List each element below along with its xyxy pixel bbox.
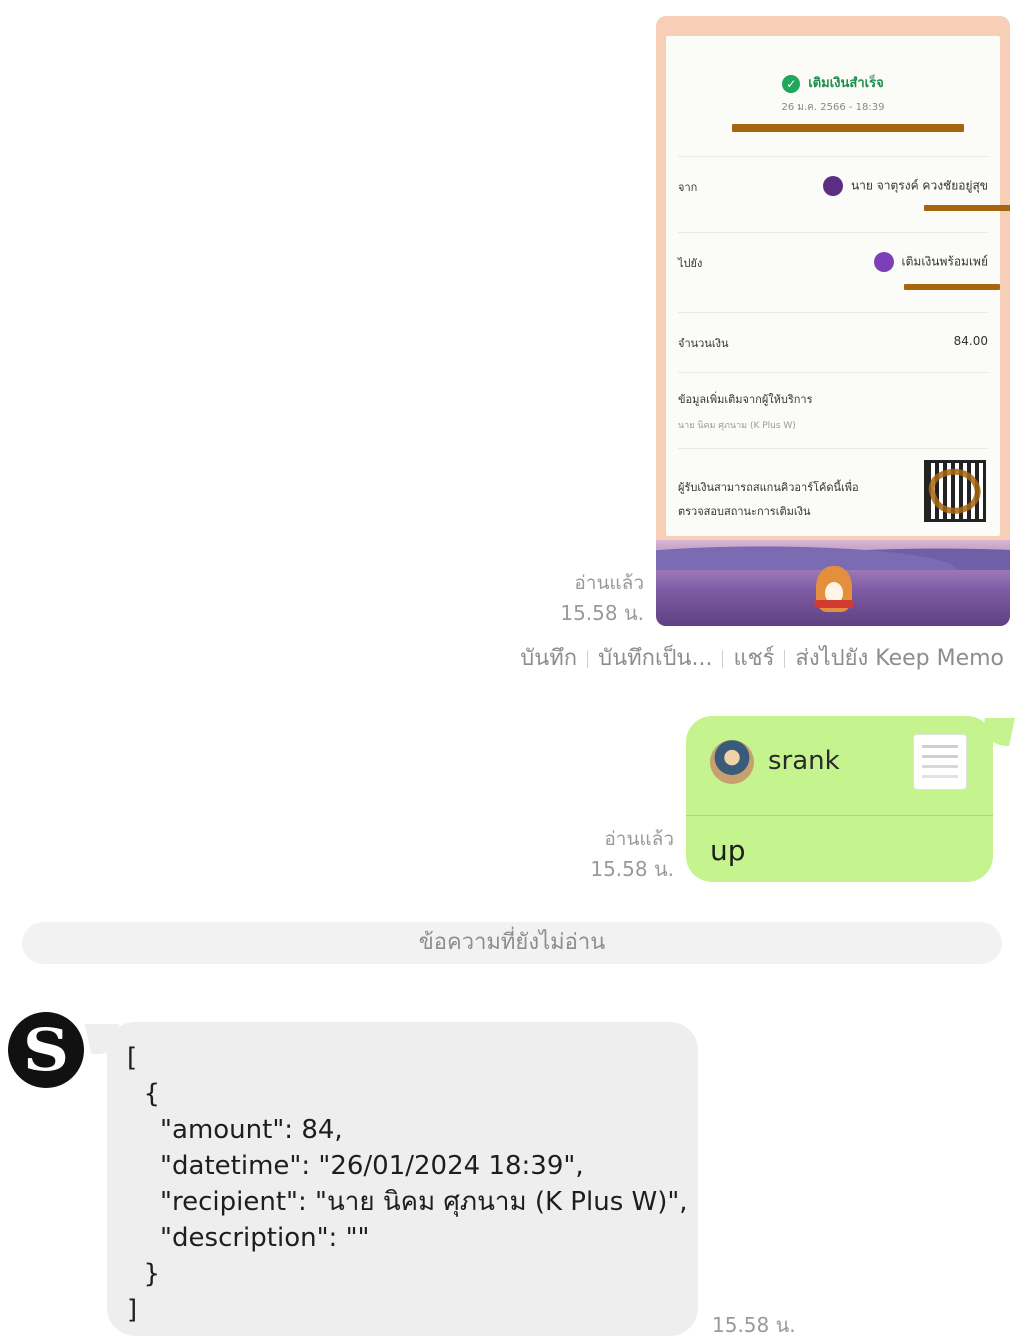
reply-message-bubble[interactable]: srank up [686, 716, 993, 882]
keep-memo-link[interactable]: ส่งไปยัง Keep Memo [795, 646, 1004, 671]
receipt-date: 26 ม.ค. 2566 - 18:39 [781, 102, 885, 113]
receipt-status-text: เติมเงินสำเร็จ [808, 76, 884, 91]
quoted-sender-name: srank [768, 746, 840, 776]
receipt-qr-note: ผู้รับเงินสามารถสแกนคิวอาร์โค้ดนี้เพื่อต… [678, 481, 859, 518]
message-time: 15.58 น. [560, 601, 644, 625]
receipt-from-value: นาย จาตุรงค์ ควงชัยอยู่สุข [822, 176, 988, 196]
divider [678, 448, 988, 449]
receipt-extra-label: ข้อมูลเพิ่มเติมจากผู้ให้บริการ [678, 393, 813, 406]
message-text: [ { "amount": 84, "datetime": "26/01/202… [127, 1043, 688, 1325]
divider [678, 372, 988, 373]
receipt-to-value: เติมเงินพร้อมเพย์ [873, 252, 988, 272]
quoted-message[interactable]: srank [686, 716, 993, 816]
separator [784, 650, 786, 668]
message-time: 15.58 น. [590, 857, 674, 881]
share-link[interactable]: แชร์ [733, 646, 774, 671]
avatar-letter: S [22, 1016, 70, 1084]
message-time: 15.58 น. [712, 1313, 796, 1337]
incoming-message-bubble[interactable]: [ { "amount": 84, "datetime": "26/01/202… [107, 1022, 698, 1336]
receipt-to-name: เติมเงินพร้อมเพย์ [901, 254, 988, 269]
divider [678, 312, 988, 313]
divider [678, 156, 988, 157]
redaction-mark [904, 284, 1000, 290]
read-status: อ่านแล้ว [604, 828, 674, 850]
image-actions: บันทึก บันทึกเป็น... แชร์ ส่งไปยัง Keep Mem… [520, 640, 1004, 675]
save-as-link[interactable]: บันทึกเป็น... [598, 646, 712, 671]
redaction-mark [924, 205, 1010, 211]
redaction-mark [732, 124, 964, 132]
separator [722, 650, 724, 668]
bank-icon [822, 176, 843, 196]
reply-meta: อ่านแล้ว 15.58 น. [590, 824, 674, 884]
receipt-extra-value: นาย นิคม ศุภนาม (K Plus W) [678, 421, 796, 431]
reply-text: up [710, 834, 746, 867]
separator [587, 650, 589, 668]
receipt-from-label: จาก [678, 181, 698, 194]
avatar[interactable]: S [8, 1012, 84, 1088]
receipt-amount: 84.00 [953, 334, 988, 348]
receipt-amount-label: จำนวนเงิน [678, 337, 729, 350]
dog-scarf [814, 600, 854, 608]
avatar [710, 740, 754, 784]
receipt-to-label: ไปยัง [678, 257, 703, 270]
receipt-image[interactable]: ✓ เติมเงินสำเร็จ 26 ม.ค. 2566 - 18:39 จาก… [656, 16, 1010, 626]
unread-messages-divider: ข้อความที่ยังไม่อ่าน [22, 922, 1002, 964]
receipt-status: ✓ เติมเงินสำเร็จ [666, 72, 1000, 93]
quoted-image-thumbnail [913, 734, 967, 790]
check-circle-icon: ✓ [782, 74, 801, 93]
divider [678, 232, 988, 233]
wallet-icon [873, 252, 894, 272]
save-link[interactable]: บันทึก [520, 646, 577, 671]
receipt-meta: อ่านแล้ว 15.58 น. [560, 568, 644, 628]
read-status: อ่านแล้ว [574, 572, 644, 594]
receipt-from-name: นาย จาตุรงค์ ควงชัยอยู่สุข [850, 178, 988, 193]
